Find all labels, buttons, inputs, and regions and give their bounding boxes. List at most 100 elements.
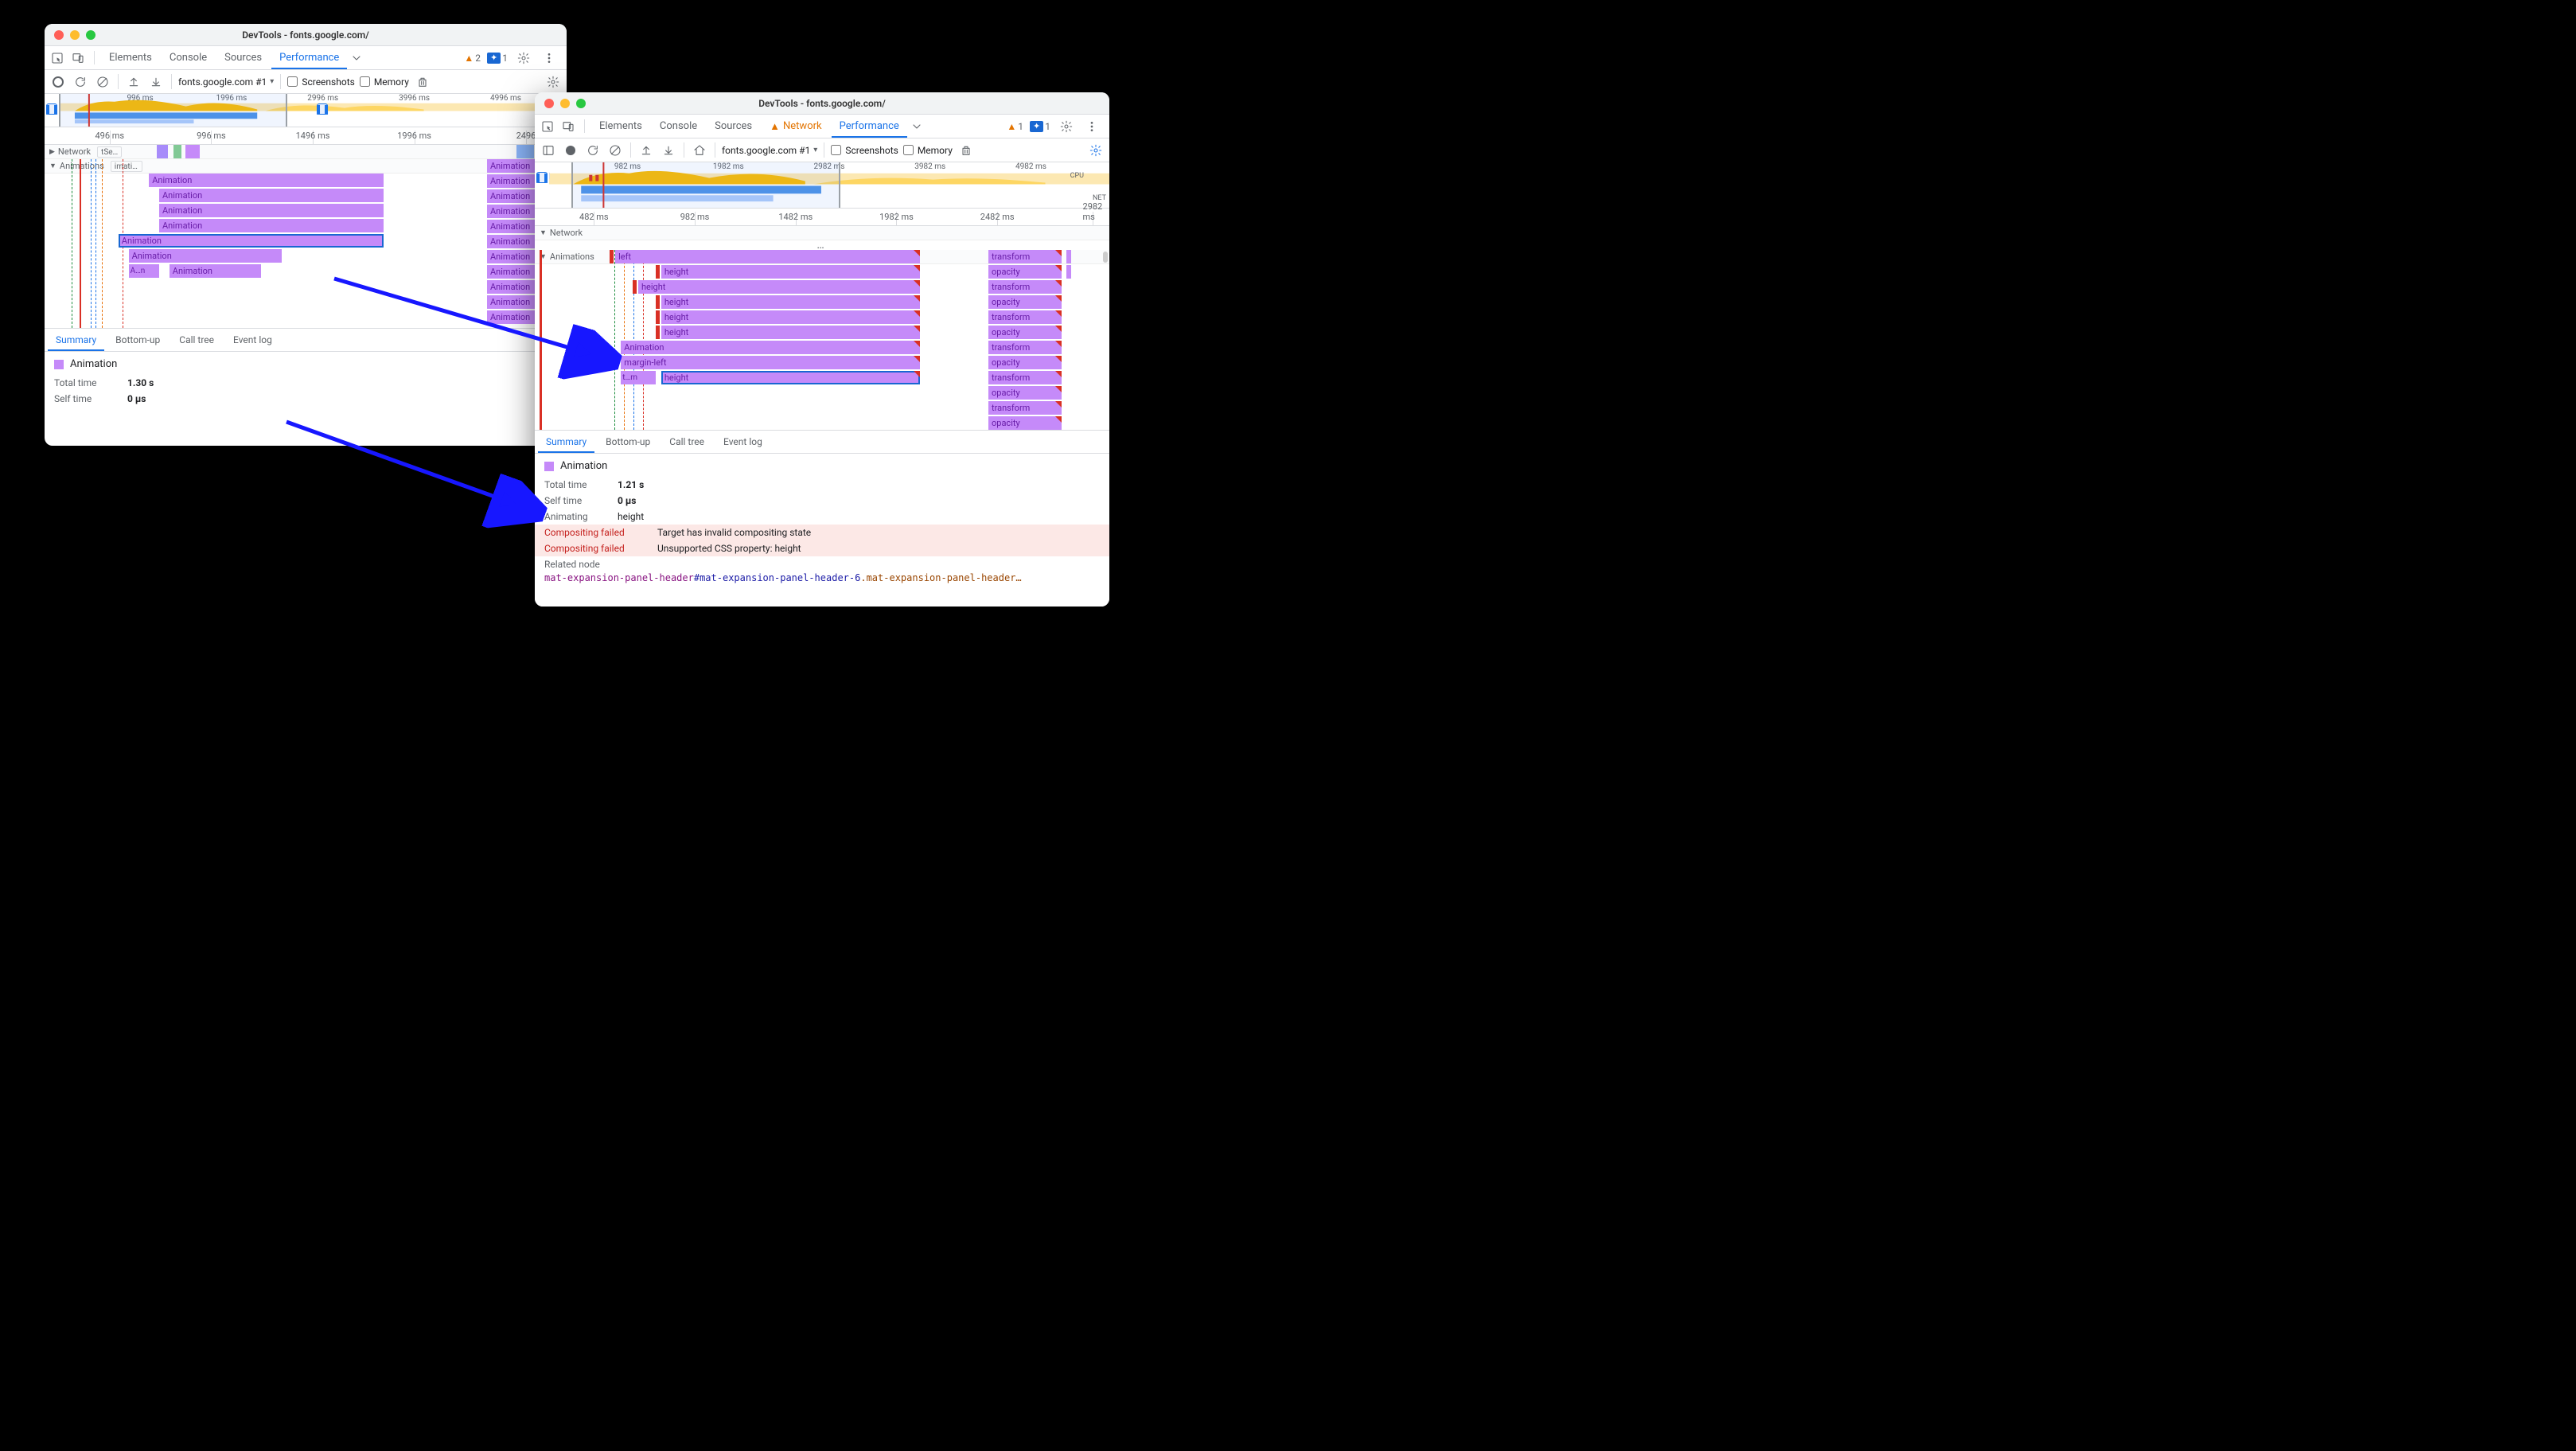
download-icon[interactable] xyxy=(660,142,677,159)
tab-call-tree[interactable]: Call tree xyxy=(661,431,712,453)
tab-bottom-up[interactable]: Bottom-up xyxy=(107,329,168,351)
screenshots-checkbox[interactable]: Screenshots xyxy=(831,145,898,156)
zoom-window-button[interactable] xyxy=(576,99,586,108)
tab-sources[interactable]: Sources xyxy=(216,46,270,69)
device-toolbar-icon[interactable] xyxy=(559,117,578,136)
tab-event-log[interactable]: Event log xyxy=(715,431,770,453)
messages-badge[interactable]: ✦1 xyxy=(487,53,508,64)
titlebar[interactable]: DevTools - fonts.google.com/ xyxy=(45,24,567,46)
pause-icon[interactable]: ❚❚ xyxy=(536,172,548,183)
animation-bar[interactable]: margin-left xyxy=(621,356,919,369)
network-chip[interactable]: tSe… xyxy=(97,146,122,158)
pause-icon-2[interactable]: ❚❚ xyxy=(317,103,328,115)
timeline-overview[interactable]: ❚❚ 996 ms1996 ms2996 ms3996 ms4996 ms ❚❚ xyxy=(45,94,567,127)
tab-call-tree[interactable]: Call tree xyxy=(171,329,222,351)
record-button[interactable] xyxy=(49,73,67,91)
tab-console[interactable]: Console xyxy=(162,46,215,69)
animation-bar[interactable]: Animation xyxy=(170,264,261,278)
target-dropdown[interactable]: fonts.google.com #1▾ xyxy=(178,73,274,91)
animation-bar[interactable]: opacity xyxy=(988,265,1062,279)
upload-icon[interactable] xyxy=(637,142,655,159)
animation-bar[interactable]: Animation xyxy=(159,219,384,232)
settings-gear-icon[interactable] xyxy=(514,49,533,68)
memory-checkbox[interactable]: Memory xyxy=(360,76,409,88)
timeline-overview[interactable]: ❚❚ 982 ms1982 ms2982 ms3982 ms4982 ms CP… xyxy=(535,162,1109,209)
animation-bar[interactable]: Animation xyxy=(159,204,384,217)
network-event[interactable] xyxy=(185,145,200,158)
tab-performance[interactable]: Performance xyxy=(271,46,347,69)
inspect-element-icon[interactable] xyxy=(538,117,557,136)
animation-bar[interactable]: Animation xyxy=(149,174,383,187)
animation-bar[interactable]: transform xyxy=(988,280,1062,294)
minimize-window-button[interactable] xyxy=(560,99,570,108)
clear-button[interactable] xyxy=(94,73,111,91)
animation-bar[interactable]: height xyxy=(661,310,920,324)
animation-bar[interactable]: transform xyxy=(988,341,1062,354)
target-dropdown[interactable]: fonts.google.com #1▾ xyxy=(722,142,817,159)
animation-bar[interactable]: transform xyxy=(988,250,1062,263)
tab-summary[interactable]: Summary xyxy=(48,329,104,351)
close-window-button[interactable] xyxy=(544,99,554,108)
animation-bar[interactable]: height xyxy=(661,326,920,339)
warnings-badge[interactable]: ▲2 xyxy=(464,53,481,64)
gc-icon[interactable] xyxy=(414,73,431,91)
animations-chip[interactable]: imation xyxy=(111,161,142,172)
clear-button[interactable] xyxy=(606,142,624,159)
network-event[interactable] xyxy=(516,145,534,158)
network-event[interactable] xyxy=(157,145,168,158)
messages-badge[interactable]: ✦1 xyxy=(1030,121,1050,132)
animation-bar[interactable]: A…n xyxy=(129,264,159,278)
reload-record-button[interactable] xyxy=(72,73,89,91)
inspect-element-icon[interactable] xyxy=(48,49,67,68)
upload-icon[interactable] xyxy=(125,73,142,91)
animation-bar[interactable]: transform xyxy=(988,310,1062,324)
kebab-menu-icon[interactable] xyxy=(540,49,559,68)
animation-bar[interactable]: height xyxy=(638,280,920,294)
anim-event[interactable] xyxy=(1066,265,1071,279)
animation-bar[interactable]: transform xyxy=(988,401,1062,415)
screenshots-checkbox[interactable]: Screenshots xyxy=(287,76,354,88)
network-event[interactable] xyxy=(173,145,181,158)
tab-performance[interactable]: Performance xyxy=(832,115,907,138)
scrollbar-thumb[interactable] xyxy=(1103,252,1108,263)
more-tabs-button[interactable] xyxy=(349,52,364,64)
related-node-link[interactable]: mat-expansion-panel-header#mat-expansion… xyxy=(544,572,1100,583)
close-window-button[interactable] xyxy=(54,30,64,40)
tab-summary[interactable]: Summary xyxy=(538,431,594,453)
animation-bar[interactable]: opacity xyxy=(988,416,1062,430)
device-toolbar-icon[interactable] xyxy=(68,49,88,68)
warnings-badge[interactable]: ▲1 xyxy=(1007,121,1023,132)
animation-bar-selected[interactable]: Animation xyxy=(119,234,384,248)
animation-bar[interactable]: opacity xyxy=(988,295,1062,309)
tab-sources[interactable]: Sources xyxy=(707,115,760,138)
record-button[interactable] xyxy=(562,142,579,159)
time-ruler[interactable]: 496 ms996 ms1496 ms1996 ms2496 xyxy=(45,127,567,145)
pause-icon[interactable]: ❚❚ xyxy=(46,103,57,115)
animation-bar[interactable]: t…m xyxy=(621,371,655,384)
animation-bar-selected[interactable]: height xyxy=(661,371,920,384)
animation-bar[interactable]: Animation xyxy=(621,341,919,354)
time-ruler[interactable]: 482 ms982 ms1482 ms1982 ms2482 ms2982 ms xyxy=(535,209,1109,226)
tab-network[interactable]: ▲Network xyxy=(762,115,829,138)
more-tabs-button[interactable] xyxy=(909,120,925,133)
toggle-sidebar-icon[interactable] xyxy=(540,142,557,159)
download-icon[interactable] xyxy=(147,73,165,91)
gc-icon[interactable] xyxy=(957,142,975,159)
kebab-menu-icon[interactable] xyxy=(1082,117,1101,136)
reload-record-button[interactable] xyxy=(584,142,602,159)
memory-checkbox[interactable]: Memory xyxy=(903,145,953,156)
home-icon[interactable] xyxy=(691,142,708,159)
zoom-window-button[interactable] xyxy=(86,30,95,40)
animation-bar[interactable]: Animation xyxy=(129,249,282,263)
tab-elements[interactable]: Elements xyxy=(591,115,650,138)
animation-bar[interactable]: opacity xyxy=(988,386,1062,400)
titlebar[interactable]: DevTools - fonts.google.com/ xyxy=(535,92,1109,115)
animation-bar[interactable]: opacity xyxy=(988,326,1062,339)
animation-bar[interactable]: opacity xyxy=(988,356,1062,369)
anim-event[interactable] xyxy=(1066,250,1071,263)
settings-gear-icon[interactable] xyxy=(1057,117,1076,136)
capture-settings-gear-icon[interactable] xyxy=(1087,142,1105,159)
capture-settings-gear-icon[interactable] xyxy=(544,73,562,91)
animation-bar[interactable]: height xyxy=(661,295,920,309)
tab-console[interactable]: Console xyxy=(652,115,705,138)
